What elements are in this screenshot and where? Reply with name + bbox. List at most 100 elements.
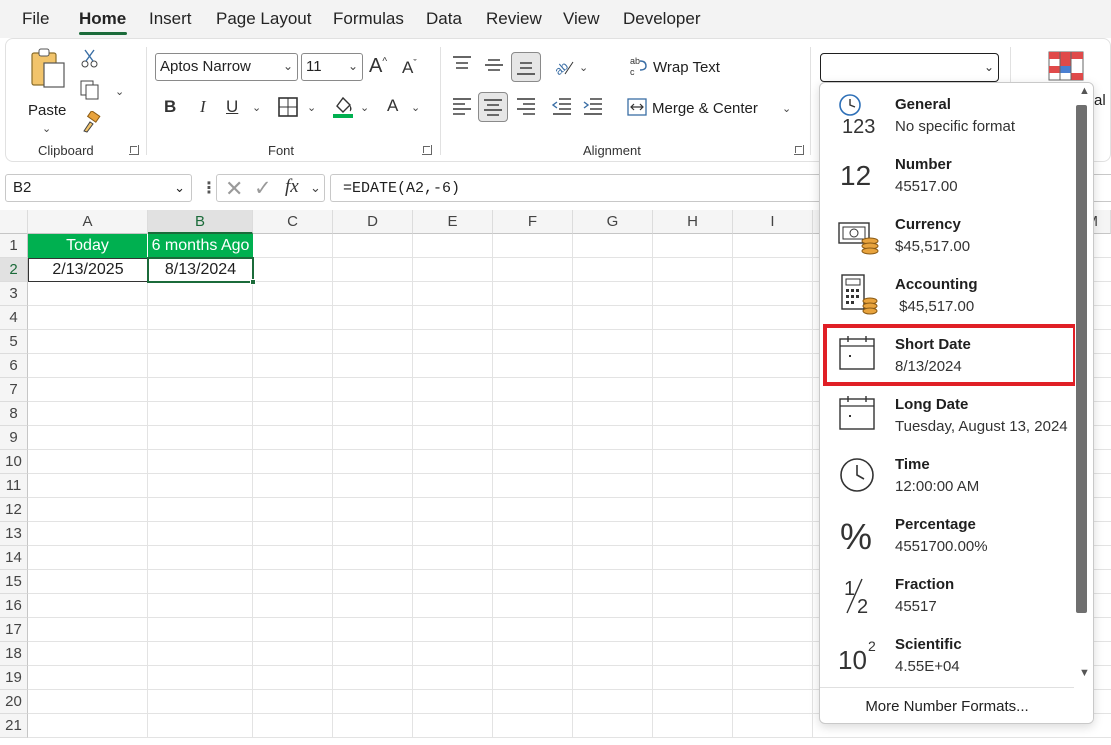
orientation-dropdown-caret[interactable]: ⌄	[579, 61, 588, 74]
row-header-6[interactable]: 6	[0, 354, 28, 378]
increase-indent-icon[interactable]	[582, 96, 604, 116]
format-option-long-date[interactable]: Long Date Tuesday, August 13, 2024	[820, 383, 1074, 443]
cell-a1[interactable]: Today	[28, 234, 148, 258]
menu-view[interactable]: View	[563, 9, 600, 29]
scroll-down-icon[interactable]: ▼	[1079, 667, 1090, 679]
underline-button[interactable]: U	[226, 98, 238, 115]
fill-color-dropdown-caret[interactable]: ⌄	[360, 101, 369, 114]
row-header-13[interactable]: 13	[0, 522, 28, 546]
align-right-icon[interactable]	[515, 96, 537, 116]
column-header-d[interactable]: D	[333, 210, 413, 234]
format-option-percentage[interactable]: % Percentage 4551700.00%	[820, 503, 1074, 563]
format-option-currency[interactable]: Currency $45,517.00	[820, 203, 1074, 263]
middle-align-icon[interactable]	[483, 57, 505, 75]
font-launcher-icon[interactable]	[422, 145, 432, 155]
font-color-icon[interactable]: A	[383, 94, 405, 120]
borders-dropdown-caret[interactable]: ⌄	[307, 101, 316, 114]
menu-developer[interactable]: Developer	[623, 9, 701, 29]
merge-center-button[interactable]: Merge & Center ⌄	[626, 94, 796, 122]
number-format-dropdown[interactable]: ⌄	[820, 53, 999, 82]
column-header-c[interactable]: C	[253, 210, 333, 234]
fill-handle[interactable]	[250, 279, 256, 285]
cut-icon[interactable]	[80, 49, 100, 69]
row-header-20[interactable]: 20	[0, 690, 28, 714]
conditional-formatting-icon[interactable]	[1048, 51, 1084, 81]
scroll-up-icon[interactable]: ▲	[1079, 85, 1090, 97]
select-all-corner[interactable]	[0, 210, 28, 234]
name-box[interactable]: B2 ⌄	[5, 174, 192, 202]
row-header-4[interactable]: 4	[0, 306, 28, 330]
format-option-general[interactable]: 123 General No specific format	[820, 83, 1074, 143]
orientation-icon[interactable]: ab	[551, 54, 575, 78]
underline-dropdown-caret[interactable]: ⌄	[252, 101, 261, 114]
menu-formulas[interactable]: Formulas	[333, 9, 404, 29]
format-option-scientific[interactable]: 10 2 Scientific 4.55E+04	[820, 623, 1074, 683]
cell-a2[interactable]: 2/13/2025	[28, 258, 148, 282]
format-option-accounting[interactable]: Accounting $45,517.00	[820, 263, 1074, 323]
menu-review[interactable]: Review	[486, 9, 542, 29]
menu-home[interactable]: Home	[79, 9, 126, 29]
menu-page-layout[interactable]: Page Layout	[216, 9, 311, 29]
format-option-number[interactable]: 12 Number 45517.00	[820, 143, 1074, 203]
row-header-16[interactable]: 16	[0, 594, 28, 618]
row-header-21[interactable]: 21	[0, 714, 28, 738]
bold-button[interactable]: B	[164, 98, 176, 115]
bottom-align-button[interactable]	[511, 52, 541, 82]
row-header-7[interactable]: 7	[0, 378, 28, 402]
menu-data[interactable]: Data	[426, 9, 462, 29]
column-header-h[interactable]: H	[653, 210, 733, 234]
row-header-5[interactable]: 5	[0, 330, 28, 354]
top-align-icon[interactable]	[451, 55, 473, 73]
alignment-launcher-icon[interactable]	[794, 145, 804, 155]
column-header-e[interactable]: E	[413, 210, 493, 234]
align-left-icon[interactable]	[451, 96, 473, 116]
row-header-14[interactable]: 14	[0, 546, 28, 570]
menu-file[interactable]: File	[22, 9, 49, 29]
copy-dropdown-caret[interactable]: ⌄	[115, 85, 124, 98]
more-options-icon[interactable]: ⋮	[201, 178, 217, 198]
borders-icon[interactable]	[277, 96, 299, 118]
decrease-indent-icon[interactable]	[551, 96, 573, 116]
copy-icon[interactable]	[79, 79, 101, 101]
paste-button[interactable]: Paste ⌄	[26, 47, 72, 135]
format-painter-icon[interactable]	[80, 111, 102, 133]
cell-b1[interactable]: 6 months Ago	[148, 234, 253, 258]
row-header-15[interactable]: 15	[0, 570, 28, 594]
increase-font-size-icon[interactable]: A^	[369, 56, 387, 76]
row-header-17[interactable]: 17	[0, 618, 28, 642]
wrap-text-button[interactable]: ab c Wrap Text	[628, 53, 738, 81]
clipboard-launcher-icon[interactable]	[129, 145, 139, 155]
align-center-button[interactable]	[478, 92, 508, 122]
font-name-dropdown[interactable]: Aptos Narrow ⌄	[155, 53, 298, 81]
row-header-12[interactable]: 12	[0, 498, 28, 522]
cancel-icon[interactable]: ✕	[225, 176, 243, 202]
format-option-time[interactable]: Time 12:00:00 AM	[820, 443, 1074, 503]
enter-icon[interactable]: ✓	[254, 176, 272, 201]
row-header-18[interactable]: 18	[0, 642, 28, 666]
row-header-11[interactable]: 11	[0, 474, 28, 498]
column-header-i[interactable]: I	[733, 210, 813, 234]
menu-insert[interactable]: Insert	[149, 9, 192, 29]
row-header-10[interactable]: 10	[0, 450, 28, 474]
format-option-fraction[interactable]: 1 2 Fraction 45517	[820, 563, 1074, 623]
font-size-dropdown[interactable]: 11 ⌄	[301, 53, 363, 81]
row-header-8[interactable]: 8	[0, 402, 28, 426]
cell-b2-selected[interactable]: 8/13/2024	[147, 257, 254, 283]
font-color-dropdown-caret[interactable]: ⌄	[411, 101, 420, 114]
column-header-a[interactable]: A	[28, 210, 148, 234]
row-header-19[interactable]: 19	[0, 666, 28, 690]
column-header-f[interactable]: F	[493, 210, 573, 234]
decrease-font-size-icon[interactable]: Aˇ	[402, 59, 417, 76]
scroll-thumb[interactable]	[1076, 105, 1087, 613]
merge-dropdown-caret[interactable]: ⌄	[782, 102, 791, 115]
insert-function-icon[interactable]: fx	[285, 176, 299, 198]
italic-button[interactable]: I	[200, 98, 206, 115]
column-header-b[interactable]: B	[148, 210, 253, 234]
row-header-3[interactable]: 3	[0, 282, 28, 306]
paste-dropdown-caret[interactable]: ⌄	[42, 122, 51, 135]
row-header-9[interactable]: 9	[0, 426, 28, 450]
fill-color-icon[interactable]	[331, 94, 355, 120]
row-header-1[interactable]: 1	[0, 234, 28, 258]
row-header-2[interactable]: 2	[0, 258, 28, 282]
more-number-formats-link[interactable]: More Number Formats...	[820, 687, 1074, 723]
